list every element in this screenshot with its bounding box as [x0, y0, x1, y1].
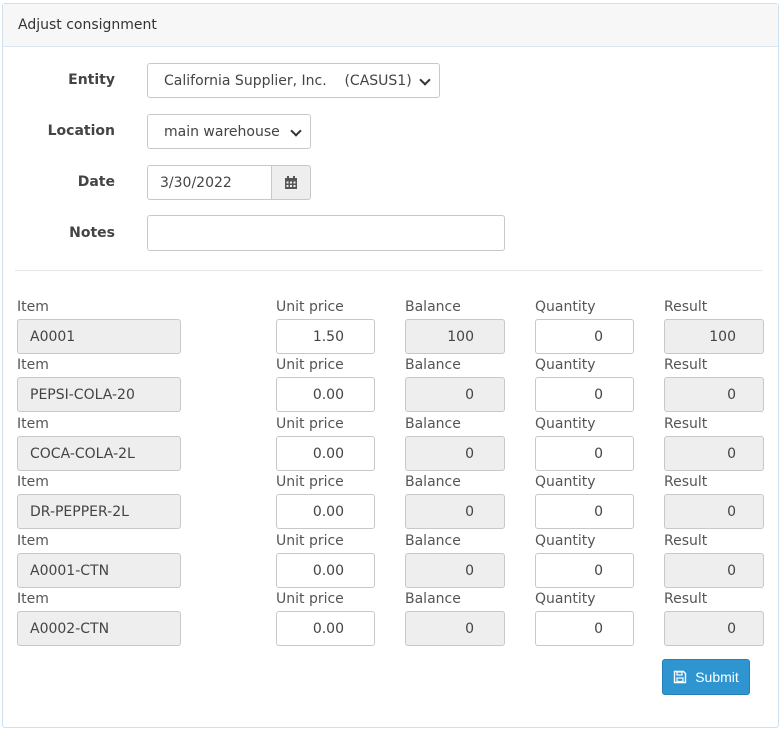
- item-field: A0002-CTN: [17, 611, 181, 646]
- result-field: 0: [664, 377, 764, 412]
- calendar-icon: [285, 176, 297, 189]
- col-header-quantity: Quantity: [535, 299, 596, 315]
- quantity-input[interactable]: 0: [535, 494, 634, 529]
- col-header-unit-price: Unit price: [276, 533, 344, 549]
- col-header-balance: Balance: [405, 357, 461, 373]
- col-header-unit-price: Unit price: [276, 299, 344, 315]
- balance-field: 100: [405, 319, 505, 354]
- unit-price-input[interactable]: 0.00: [276, 611, 375, 646]
- col-header-quantity: Quantity: [535, 533, 596, 549]
- location-label: Location: [47, 123, 115, 139]
- col-header-unit-price: Unit price: [276, 474, 344, 490]
- col-header-balance: Balance: [405, 299, 461, 315]
- col-header-unit-price: Unit price: [276, 591, 344, 607]
- col-header-balance: Balance: [405, 591, 461, 607]
- entity-label: Entity: [68, 72, 115, 88]
- date-input-value: 3/30/2022: [160, 174, 232, 191]
- balance-field: 0: [405, 436, 505, 471]
- item-field: PEPSI-COLA-20: [17, 377, 181, 412]
- result-field: 0: [664, 436, 764, 471]
- panel-title: Adjust consignment: [3, 4, 778, 47]
- col-header-unit-price: Unit price: [276, 357, 344, 373]
- quantity-input[interactable]: 0: [535, 436, 634, 471]
- col-header-result: Result: [664, 533, 708, 549]
- col-header-quantity: Quantity: [535, 357, 596, 373]
- col-header-result: Result: [664, 416, 708, 432]
- chevron-down-icon: [290, 126, 302, 138]
- submit-label: Submit: [695, 669, 739, 685]
- quantity-input[interactable]: 0: [535, 553, 634, 588]
- quantity-input[interactable]: 0: [535, 319, 634, 354]
- result-field: 0: [664, 494, 764, 529]
- form-divider: [15, 270, 762, 271]
- item-field: A0001-CTN: [17, 553, 181, 588]
- location-select-value: main warehouse: [164, 123, 280, 140]
- unit-price-input[interactable]: 0.00: [276, 494, 375, 529]
- col-header-item: Item: [17, 357, 49, 373]
- date-label: Date: [77, 174, 115, 190]
- entity-select[interactable]: California Supplier, Inc. (CASUS1): [147, 63, 440, 98]
- date-picker-button[interactable]: [271, 165, 311, 200]
- notes-input[interactable]: [147, 215, 505, 251]
- date-input[interactable]: 3/30/2022: [147, 165, 273, 200]
- submit-button[interactable]: Submit: [662, 659, 750, 695]
- notes-label: Notes: [69, 225, 115, 241]
- col-header-balance: Balance: [405, 416, 461, 432]
- quantity-input[interactable]: 0: [535, 611, 634, 646]
- chevron-down-icon: [419, 75, 431, 87]
- col-header-item: Item: [17, 299, 49, 315]
- quantity-input[interactable]: 0: [535, 377, 634, 412]
- result-field: 0: [664, 553, 764, 588]
- col-header-quantity: Quantity: [535, 591, 596, 607]
- col-header-balance: Balance: [405, 533, 461, 549]
- item-field: A0001: [17, 319, 181, 354]
- col-header-result: Result: [664, 591, 708, 607]
- col-header-result: Result: [664, 299, 708, 315]
- location-select[interactable]: main warehouse: [147, 114, 311, 149]
- result-field: 100: [664, 319, 764, 354]
- col-header-balance: Balance: [405, 474, 461, 490]
- balance-field: 0: [405, 377, 505, 412]
- balance-field: 0: [405, 611, 505, 646]
- unit-price-input[interactable]: 0.00: [276, 553, 375, 588]
- entity-select-value: California Supplier, Inc. (CASUS1): [164, 72, 412, 89]
- col-header-item: Item: [17, 591, 49, 607]
- balance-field: 0: [405, 553, 505, 588]
- col-header-quantity: Quantity: [535, 474, 596, 490]
- col-header-quantity: Quantity: [535, 416, 596, 432]
- unit-price-input[interactable]: 0.00: [276, 436, 375, 471]
- col-header-item: Item: [17, 474, 49, 490]
- save-icon: [674, 670, 687, 684]
- col-header-item: Item: [17, 533, 49, 549]
- col-header-item: Item: [17, 416, 49, 432]
- unit-price-input[interactable]: 1.50: [276, 319, 375, 354]
- col-header-result: Result: [664, 474, 708, 490]
- col-header-unit-price: Unit price: [276, 416, 344, 432]
- col-header-result: Result: [664, 357, 708, 373]
- balance-field: 0: [405, 494, 505, 529]
- item-field: DR-PEPPER-2L: [17, 494, 181, 529]
- unit-price-input[interactable]: 0.00: [276, 377, 375, 412]
- item-field: COCA-COLA-2L: [17, 436, 181, 471]
- result-field: 0: [664, 611, 764, 646]
